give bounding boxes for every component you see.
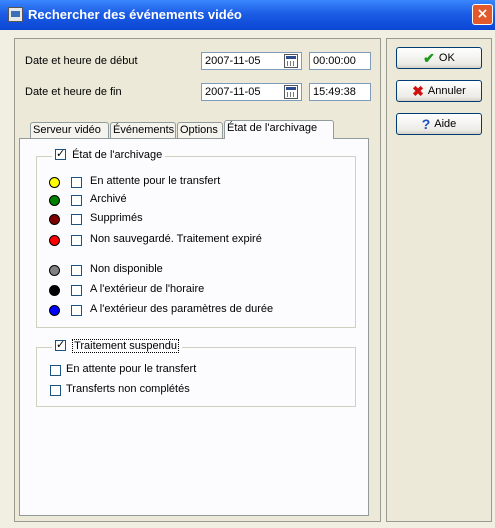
checkbox-suspendu-en-attente[interactable] [50,365,61,376]
suspended-item-label: Transferts non complétés [66,383,190,395]
checkmark-icon: ✔ [423,50,435,66]
gray-status-dot [49,265,60,276]
close-button[interactable]: × [472,4,493,25]
status-label: En attente pour le transfert [90,175,221,187]
status-label: Archivé [90,193,127,205]
tab-content: État de l'archivage En attente pour le t… [19,138,369,516]
suspended-group-title: Traitement suspendu [72,339,179,353]
archive-group-header: État de l'archivage [52,147,166,163]
status-label: A l'extérieur des paramètres de durée [90,303,274,315]
yellow-status-dot [49,177,60,188]
window-title: Rechercher des événements vidéo [28,7,242,22]
suspended-group-header: Traitement suspendu [52,338,182,354]
checkbox-exterieur-horaire[interactable] [71,285,82,296]
checkbox-en-attente[interactable] [71,177,82,188]
suspended-group [36,347,356,407]
checkbox-non-disponible[interactable] [71,265,82,276]
cancel-button[interactable]: ✖ Annuler [396,80,482,102]
side-panel: ✔ OK ✖ Annuler ? Aide [386,38,492,522]
tab-options[interactable]: Options [177,122,223,138]
checkbox-archive[interactable] [71,195,82,206]
status-label: A l'extérieur de l'horaire [90,283,205,295]
checkbox-transferts-non-completes[interactable] [50,385,61,396]
app-icon [8,7,23,22]
start-time-input[interactable]: 00:00:00 [309,52,371,70]
status-label: Supprimés [90,212,143,224]
end-time-input[interactable]: 15:49:38 [309,83,371,101]
title-bar: Rechercher des événements vidéo × [0,0,495,30]
blue-status-dot [49,305,60,316]
status-label: Non disponible [90,263,163,275]
start-datetime-label: Date et heure de début [25,55,138,67]
calendar-icon[interactable] [284,85,298,99]
checkbox-supprimes[interactable] [71,214,82,225]
calendar-icon[interactable] [284,54,298,68]
tab-etat-archivage[interactable]: État de l'archivage [224,120,334,139]
tab-evenements[interactable]: Événements [110,122,176,138]
darkred-status-dot [49,214,60,225]
status-label: Non sauvegardé. Traitement expiré [90,233,262,245]
red-status-dot [49,235,60,246]
checkbox-exterieur-duree[interactable] [71,305,82,316]
ok-button[interactable]: ✔ OK [396,47,482,69]
checkbox-non-sauvegarde[interactable] [71,235,82,246]
end-datetime-label: Date et heure de fin [25,86,122,98]
cross-icon: ✖ [412,83,424,99]
question-icon: ? [421,116,431,132]
black-status-dot [49,285,60,296]
suspended-checkbox[interactable] [55,338,66,351]
green-status-dot [49,195,60,206]
suspended-item-label: En attente pour le transfert [66,363,197,375]
help-button[interactable]: ? Aide [396,113,482,135]
archive-group-title: État de l'archivage [72,149,163,161]
archive-status-checkbox[interactable] [55,147,66,160]
tab-serveur-video[interactable]: Serveur vidéo [30,122,109,138]
